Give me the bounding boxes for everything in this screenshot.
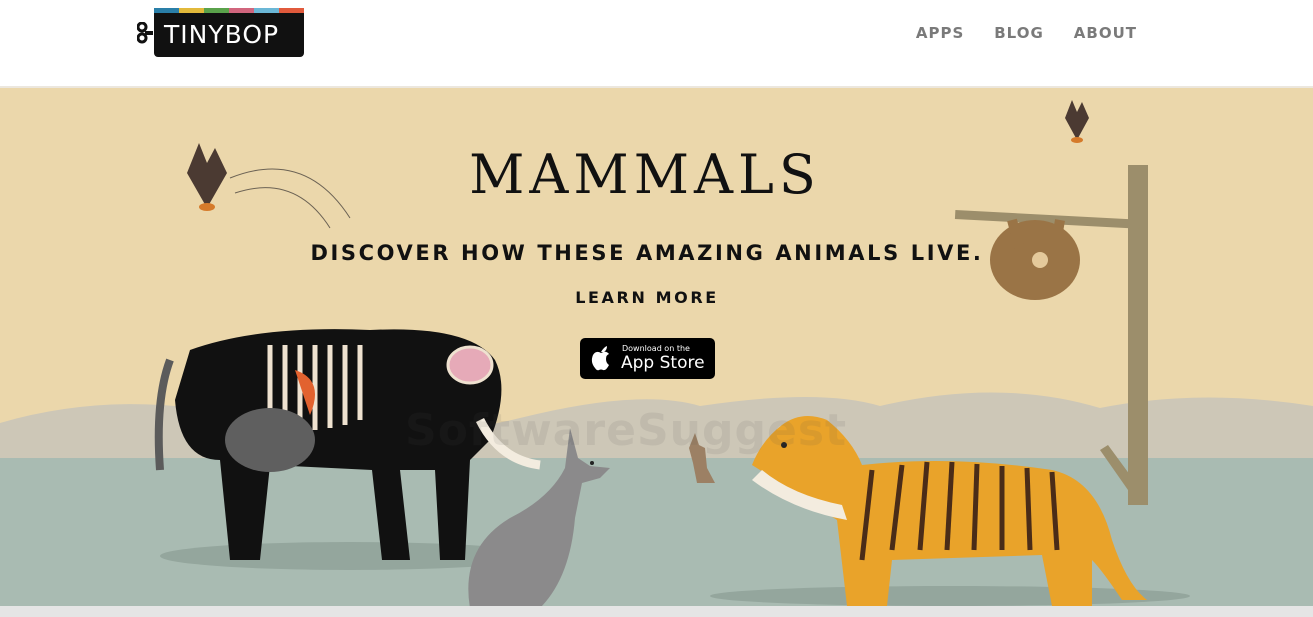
learn-more-link[interactable]: LEARN MORE [0, 288, 1294, 307]
apple-icon [591, 346, 609, 371]
footer-strip [0, 606, 1313, 617]
bat-right-illustration [1065, 100, 1089, 143]
appstore-small-text: Download on the [622, 344, 690, 353]
watermark: SoftwareSuggest [405, 405, 848, 456]
windup-key-icon [137, 22, 153, 44]
main-nav: APPS BLOG ABOUT [916, 24, 1137, 42]
app-store-button[interactable]: Download on the App Store [580, 338, 715, 379]
appstore-big-text: App Store [621, 353, 705, 373]
site-header: TINYBOP APPS BLOG ABOUT [0, 0, 1313, 88]
nav-about[interactable]: ABOUT [1074, 24, 1137, 42]
logo-box: TINYBOP [154, 13, 304, 57]
hero-subtitle: DISCOVER HOW THESE AMAZING ANIMALS LIVE. [310, 241, 984, 265]
hero-title: MAMMALS [469, 143, 821, 206]
nav-blog[interactable]: BLOG [994, 24, 1044, 42]
logo-text: TINYBOP [164, 20, 280, 49]
hero-banner: MAMMALS DISCOVER HOW THESE AMAZING ANIMA… [0, 88, 1313, 606]
nav-apps[interactable]: APPS [916, 24, 964, 42]
